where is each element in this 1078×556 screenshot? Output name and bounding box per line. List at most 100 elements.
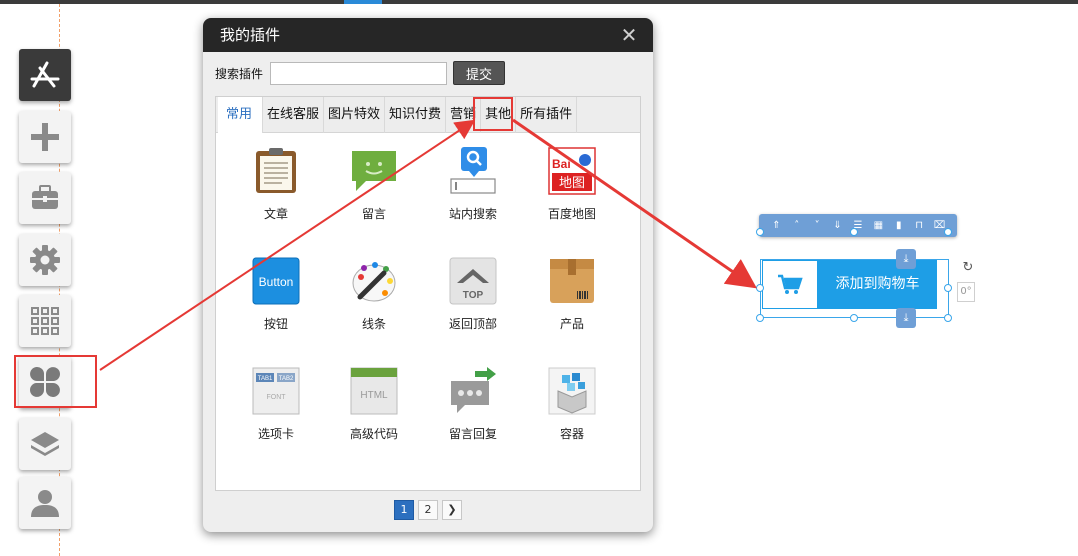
resize-handle-r[interactable] [944, 284, 952, 292]
clipboard-document-icon [256, 148, 296, 193]
plugin-label: 文章 [263, 207, 288, 221]
plugin-tabs[interactable]: TAB1 TAB2 FONT 选项卡 [228, 367, 324, 442]
svg-text:TOP: TOP [463, 290, 484, 301]
plugin-label: 产品 [559, 317, 584, 331]
chat-bubble-icon [352, 151, 396, 191]
marketing-tab-highlight [473, 97, 513, 131]
drag-down-icon-bottom[interactable]: ⤓ [896, 308, 916, 328]
palette-pencil-icon [352, 262, 396, 302]
cart-icon [778, 274, 803, 294]
plugin-message[interactable]: 留言 [326, 147, 422, 222]
plugin-label: 高级代码 [349, 427, 398, 441]
user-icon [31, 490, 59, 517]
svg-text:FONT: FONT [266, 394, 286, 401]
settings-button[interactable] [19, 234, 71, 286]
chevron-right-icon[interactable]: ❯ [442, 500, 462, 520]
resize-handle-tl[interactable] [756, 228, 764, 236]
plugin-label: 容器 [559, 427, 584, 441]
plugin-label: 线条 [361, 317, 386, 331]
svg-text:HTML: HTML [360, 390, 388, 401]
up-icon[interactable]: ˄ [790, 219, 804, 233]
plugin-label: 选项卡 [257, 427, 294, 441]
plugin-label: 留言 [361, 207, 386, 221]
plugin-line[interactable]: 线条 [326, 257, 422, 332]
search-label: 搜索插件 [215, 66, 264, 81]
plugin-label: 留言回复 [448, 427, 497, 441]
close-icon[interactable]: ✕ [619, 25, 639, 45]
plugin-container[interactable]: 容器 [524, 367, 620, 442]
tabs-icon: TAB1 TAB2 FONT [252, 367, 300, 415]
drag-down-icon-top[interactable]: ⤓ [896, 249, 916, 269]
page-button-2[interactable]: 2 [418, 500, 438, 520]
back-to-top-icon: TOP [449, 257, 497, 305]
app-store-icon [30, 61, 60, 88]
unlock-icon[interactable]: ⊓ [912, 219, 926, 233]
top-bar-indicator [344, 0, 382, 4]
plugin-panel: 常用 在线客服 图片特效 知识付费 营销 其他 所有插件 文章 留言 站内搜索 … [215, 96, 641, 491]
rotate-icon[interactable]: ↻ [960, 260, 976, 276]
plugin-baidu-map[interactable]: Bai 地图 百度地图 [524, 147, 620, 222]
cart-icon-box [762, 260, 818, 309]
plugin-label: 按钮 [263, 317, 288, 331]
plugin-label: 返回顶部 [448, 317, 497, 331]
plugin-dialog: 我的插件 ✕ 搜索插件 提交 常用 在线客服 图片特效 知识付费 营销 其他 所… [203, 18, 653, 532]
plus-icon [31, 123, 59, 151]
plugin-message-reply[interactable]: 留言回复 [425, 367, 521, 442]
resize-handle-tr[interactable] [944, 228, 952, 236]
search-box-icon [450, 147, 496, 194]
pagination: 1 2 ❯ [203, 500, 653, 520]
double-up-icon[interactable]: ⇑ [769, 219, 783, 233]
grid-button[interactable] [19, 295, 71, 347]
layers-icon [31, 432, 59, 456]
resize-handle-b[interactable] [850, 314, 858, 322]
chart-icon[interactable]: ▮ [892, 219, 906, 233]
product-box-icon [550, 259, 594, 303]
svg-text:TAB2: TAB2 [279, 376, 294, 382]
search-row: 搜索插件 提交 [215, 61, 505, 85]
page-button-1[interactable]: 1 [394, 500, 414, 520]
search-input[interactable] [270, 61, 447, 85]
plugin-highlight-box [14, 355, 97, 408]
submit-button[interactable]: 提交 [453, 61, 505, 85]
plugin-site-search[interactable]: 站内搜索 [425, 147, 521, 222]
gear-icon [30, 245, 60, 275]
plugin-back-to-top[interactable]: TOP 返回顶部 [425, 257, 521, 332]
resize-handle-bl[interactable] [756, 314, 764, 322]
toolbox-icon [32, 185, 58, 209]
dialog-header: 我的插件 ✕ [203, 18, 653, 52]
top-bar [0, 0, 1078, 4]
svg-text:Button: Button [259, 275, 294, 289]
tab-common[interactable]: 常用 [218, 97, 264, 133]
resize-handle-br[interactable] [944, 314, 952, 322]
resize-handle-l[interactable] [756, 284, 764, 292]
tab-bar: 常用 在线客服 图片特效 知识付费 营销 其他 所有插件 [216, 97, 640, 133]
add-to-cart-label: 添加到购物车 [835, 276, 920, 292]
add-button[interactable] [19, 111, 71, 163]
tab-image-effects[interactable]: 图片特效 [324, 97, 386, 133]
rotation-value[interactable]: 0° [957, 282, 975, 302]
plugin-label: 站内搜索 [448, 207, 497, 221]
tab-all-plugins[interactable]: 所有插件 [516, 97, 578, 133]
svg-text:TAB1: TAB1 [258, 376, 273, 382]
tab-online-service[interactable]: 在线客服 [263, 97, 325, 133]
down-icon[interactable]: ˅ [810, 219, 824, 233]
tab-paid-knowledge[interactable]: 知识付费 [385, 97, 447, 133]
user-button[interactable] [19, 477, 71, 529]
plugin-advanced-code[interactable]: HTML 高级代码 [326, 367, 422, 442]
layers-button[interactable] [19, 418, 71, 470]
plugin-button[interactable]: Button 按钮 [228, 257, 324, 332]
baidu-map-icon: Bai 地图 [548, 147, 596, 195]
dialog-title: 我的插件 [220, 26, 281, 44]
double-down-icon[interactable]: ⇓ [831, 219, 845, 233]
plugin-article[interactable]: 文章 [228, 147, 324, 222]
plugin-product[interactable]: 产品 [524, 257, 620, 332]
plugin-label: 百度地图 [547, 207, 596, 221]
toolbox-button[interactable] [19, 172, 71, 224]
resize-handle-t[interactable] [850, 228, 858, 236]
svg-text:Bai: Bai [552, 157, 571, 171]
button-icon: Button [252, 257, 300, 305]
app-store-button[interactable] [19, 49, 71, 101]
widget-toolbar: ⇑ ˄ ˅ ⇓ ☰ ▦ ▮ ⊓ ⌧ [759, 214, 957, 237]
distribute-icon[interactable]: ▦ [871, 219, 885, 233]
html-code-icon: HTML [350, 367, 398, 415]
